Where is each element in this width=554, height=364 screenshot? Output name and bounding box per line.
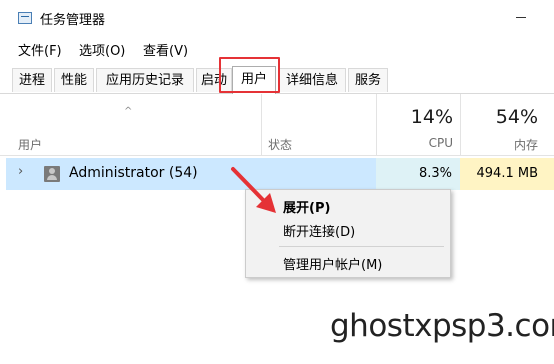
tab-performance[interactable]: 性能 bbox=[54, 68, 94, 92]
column-memory[interactable]: 内存 bbox=[514, 136, 538, 153]
window-title: 任务管理器 bbox=[40, 13, 106, 28]
row-user-name: Administrator (54) bbox=[69, 165, 198, 181]
column-status[interactable]: 状态 bbox=[268, 136, 292, 153]
chevron-right-icon[interactable]: › bbox=[18, 164, 23, 179]
header-divider bbox=[0, 155, 554, 156]
tab-app-history[interactable]: 应用历史记录 bbox=[96, 68, 194, 92]
menu-item-expand[interactable]: 展开(P) bbox=[283, 197, 330, 216]
menu-options[interactable]: 选项(O) bbox=[79, 40, 125, 59]
column-divider[interactable] bbox=[460, 94, 461, 155]
menu-view[interactable]: 查看(V) bbox=[143, 40, 188, 59]
tab-details[interactable]: 详细信息 bbox=[278, 68, 346, 92]
column-divider[interactable] bbox=[376, 94, 377, 155]
menu-item-disconnect[interactable]: 断开连接(D) bbox=[283, 221, 355, 240]
row-memory-value: 494.1 MB bbox=[476, 166, 538, 181]
column-cpu[interactable]: CPU bbox=[429, 136, 453, 150]
tab-services[interactable]: 服务 bbox=[348, 68, 388, 92]
title-bar: 任务管理器 bbox=[0, 0, 554, 36]
tab-processes[interactable]: 进程 bbox=[12, 68, 52, 92]
watermark: ghostxpsp3.com bbox=[330, 308, 554, 344]
annotation-arrow-icon bbox=[231, 167, 276, 213]
cpu-percent: 14% bbox=[410, 106, 453, 128]
memory-percent: 54% bbox=[495, 106, 538, 128]
user-icon bbox=[44, 166, 60, 182]
column-user[interactable]: 用户 bbox=[18, 136, 42, 153]
column-header: ^ 用户 状态 14% CPU 54% 内存 bbox=[0, 94, 554, 155]
row-cpu-value: 8.3% bbox=[418, 166, 452, 181]
minimize-button[interactable] bbox=[516, 17, 526, 18]
highlight-box bbox=[219, 57, 280, 93]
sort-arrow-icon[interactable]: ^ bbox=[124, 106, 132, 117]
task-manager-icon bbox=[18, 12, 32, 24]
column-divider[interactable] bbox=[261, 94, 262, 155]
menu-separator bbox=[279, 246, 444, 247]
menu-file[interactable]: 文件(F) bbox=[18, 40, 62, 59]
menu-item-manage-accounts[interactable]: 管理用户帐户(M) bbox=[283, 254, 382, 273]
